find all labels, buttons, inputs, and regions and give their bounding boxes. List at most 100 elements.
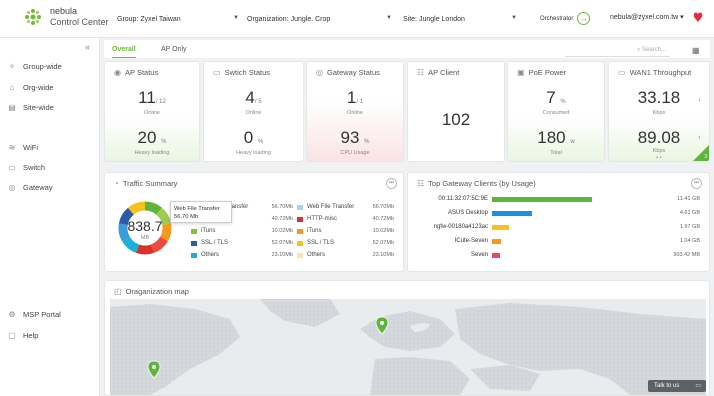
client-usage-value: 4.61 GB bbox=[679, 210, 700, 216]
talk-to-us-button[interactable]: Talk to us ▭ bbox=[648, 380, 706, 392]
client-usage-bar[interactable] bbox=[492, 225, 510, 230]
tooltip-value: 56.70 Mb bbox=[174, 214, 199, 220]
client-usage-bar[interactable] bbox=[492, 253, 500, 258]
legend-value: 10.02Mb bbox=[372, 228, 394, 234]
sidebar-item-wifi[interactable]: ≋ WiFi bbox=[6, 141, 38, 153]
sidebar-item-label: MSP Portal bbox=[23, 309, 61, 319]
monitor-icon: ▭ bbox=[618, 68, 626, 77]
traffic-legend-item[interactable]: Web File Transfer bbox=[297, 203, 354, 211]
group-selector[interactable]: Group: Zyxel Taiwan ▼ bbox=[117, 13, 239, 25]
sidebar-item-msp-portal[interactable]: ⚙ MSP Portal bbox=[6, 308, 61, 320]
sidebar-item-org-wide[interactable]: ⌂ Org-wide bbox=[6, 81, 54, 93]
traffic-legend-item[interactable]: SSL / TLS bbox=[191, 239, 228, 247]
grid-layout-icon[interactable]: ▦ bbox=[692, 46, 700, 55]
donut-slice[interactable] bbox=[144, 201, 163, 215]
building-icon: ⌂ bbox=[9, 82, 15, 92]
client-icon: ☷ bbox=[417, 179, 425, 188]
more-options-button[interactable]: ••• bbox=[691, 178, 702, 189]
client-name[interactable]: Seven bbox=[408, 252, 488, 258]
sidebar-item-label: WiFi bbox=[23, 142, 38, 152]
heart-shield-icon[interactable] bbox=[693, 11, 703, 25]
card-title: Oraganization map bbox=[125, 287, 189, 296]
legend-value: 23.10Mb bbox=[271, 252, 293, 258]
sidebar-item-label: Org-wide bbox=[23, 82, 54, 92]
legend-value: 56.70Mb bbox=[271, 204, 293, 210]
poe-power-card[interactable]: ▣ PoE Power 7 % Consumed 180 w Total bbox=[507, 61, 605, 162]
traffic-legend-item[interactable]: HTTP-misc bbox=[297, 215, 337, 223]
card-title: Top Gateway Clients (by Usage) bbox=[428, 179, 536, 188]
client-usage-bar[interactable] bbox=[492, 211, 533, 216]
more-options-button[interactable]: ••• bbox=[386, 178, 397, 189]
legend-label: Web File Transfer bbox=[307, 204, 355, 210]
legend-value: 52.07Mb bbox=[372, 240, 394, 246]
collapse-sidebar-icon[interactable]: « bbox=[85, 42, 90, 52]
group-label: Group: bbox=[117, 15, 139, 23]
legend-swatch bbox=[297, 216, 303, 222]
card-value2: 20 bbox=[137, 128, 157, 147]
site-value: Jungle London bbox=[418, 15, 465, 23]
sidebar-item-label: Group-wide bbox=[23, 61, 62, 71]
donut-slice[interactable] bbox=[127, 201, 146, 215]
chevron-down-icon: ▼ bbox=[386, 15, 392, 21]
client-name[interactable]: 00:11:32:07:5C:9E bbox=[408, 196, 488, 202]
client-name[interactable]: ASUS Desktop bbox=[408, 210, 488, 216]
card-total: / 1 bbox=[356, 99, 364, 105]
client-usage-bar[interactable] bbox=[492, 239, 502, 244]
card-sub: Kbps bbox=[652, 110, 666, 116]
traffic-legend-item[interactable]: SSL / TLS bbox=[297, 239, 334, 247]
donut-slice[interactable] bbox=[135, 244, 155, 255]
card-value: 7 bbox=[546, 88, 556, 107]
card-sub2: Total bbox=[550, 150, 562, 156]
ap-status-card[interactable]: ◉ AP Status 11/ 12 Online 20 % Heavy load… bbox=[104, 61, 200, 162]
search-placeholder: Search... bbox=[641, 47, 666, 53]
traffic-tooltip: Web File Transfer 56.70 Mb bbox=[170, 201, 232, 223]
client-icon: ☷ bbox=[417, 68, 425, 77]
arrow-up-icon: ↑ bbox=[697, 135, 702, 142]
legend-swatch bbox=[191, 228, 197, 234]
wan-throughput-card[interactable]: ▭ WAN1 Throughput 33.18 ↓ Kbps 89.08 ↑ Kb… bbox=[608, 61, 710, 162]
sidebar-item-switch[interactable]: ▭ Switch bbox=[6, 161, 45, 173]
client-usage-value: 1.97 GB bbox=[679, 224, 700, 230]
orchestrator-button[interactable]: Orchestrator → bbox=[540, 12, 591, 25]
nebula-logo[interactable]: nebula Control Center bbox=[24, 6, 109, 28]
help-icon: ▢ bbox=[8, 330, 16, 340]
tooltip-title: Web File Transfer bbox=[174, 206, 220, 212]
legend-value: 40.72Mb bbox=[271, 216, 293, 222]
organization-selector[interactable]: Organization: Jungle. Crop ▼ bbox=[247, 13, 392, 25]
group-value: Zyxel Taiwan bbox=[140, 15, 181, 23]
tab-overall[interactable]: Overall bbox=[112, 46, 136, 58]
sidebar-item-gateway[interactable]: ◎ Gateway bbox=[6, 181, 53, 193]
client-usage-value: 11.41 GB bbox=[677, 196, 700, 202]
card-sub: Online bbox=[245, 110, 262, 116]
client-name[interactable]: ngfw-00180a4123ac bbox=[408, 224, 488, 230]
brand-name: nebula bbox=[50, 6, 78, 16]
ap-client-card[interactable]: ☷ AP Client 102 bbox=[407, 61, 505, 162]
switch-status-card[interactable]: ▭ Swtich Status 4/ 5 Online 0 % Heavy loa… bbox=[203, 61, 304, 162]
group-icon: ✧ bbox=[8, 61, 16, 71]
map-icon: ◰ bbox=[114, 287, 122, 296]
card-unit: % bbox=[560, 99, 566, 105]
traffic-legend-item[interactable]: iTuns bbox=[191, 227, 215, 235]
sidebar-item-group-wide[interactable]: ✧ Group-wide bbox=[6, 60, 62, 72]
org-value: Jungle. Crop bbox=[290, 15, 331, 23]
top-gateway-clients-card: ☷ Top Gateway Clients (by Usage) ••• 00:1… bbox=[407, 172, 710, 272]
client-name[interactable]: ICute-Seven bbox=[408, 238, 488, 244]
traffic-legend-item[interactable]: Others bbox=[297, 251, 325, 259]
legend-swatch bbox=[297, 240, 303, 246]
user-menu[interactable]: nebula@zyxel.com.tw ▾ bbox=[610, 13, 684, 21]
tab-ap-only[interactable]: AP Only bbox=[161, 46, 187, 53]
card-sub2: Heavy loading bbox=[236, 150, 271, 156]
gateway-status-card[interactable]: ◎ Gateway Status 1/ 1 Online 93 % CPU Usa… bbox=[306, 61, 404, 162]
organization-map-card: ◰ Oraganization map bbox=[104, 280, 710, 396]
site-selector[interactable]: Site: Jungle London ▼ bbox=[403, 13, 517, 25]
chevron-down-icon: ▼ bbox=[511, 15, 517, 21]
sidebar-item-help[interactable]: ▢ Help bbox=[6, 329, 38, 341]
world-map[interactable] bbox=[110, 299, 706, 395]
traffic-legend-item[interactable]: iTuns bbox=[297, 227, 321, 235]
traffic-legend-item[interactable]: Others bbox=[191, 251, 219, 259]
client-usage-bar[interactable] bbox=[492, 197, 592, 202]
sidebar-item-site-wide[interactable]: ▤ Site-wide bbox=[6, 101, 54, 113]
card-value: 1 bbox=[346, 88, 357, 107]
sidebar-item-label: Switch bbox=[23, 162, 46, 172]
search-input[interactable]: ⌕ Search... bbox=[565, 45, 670, 57]
